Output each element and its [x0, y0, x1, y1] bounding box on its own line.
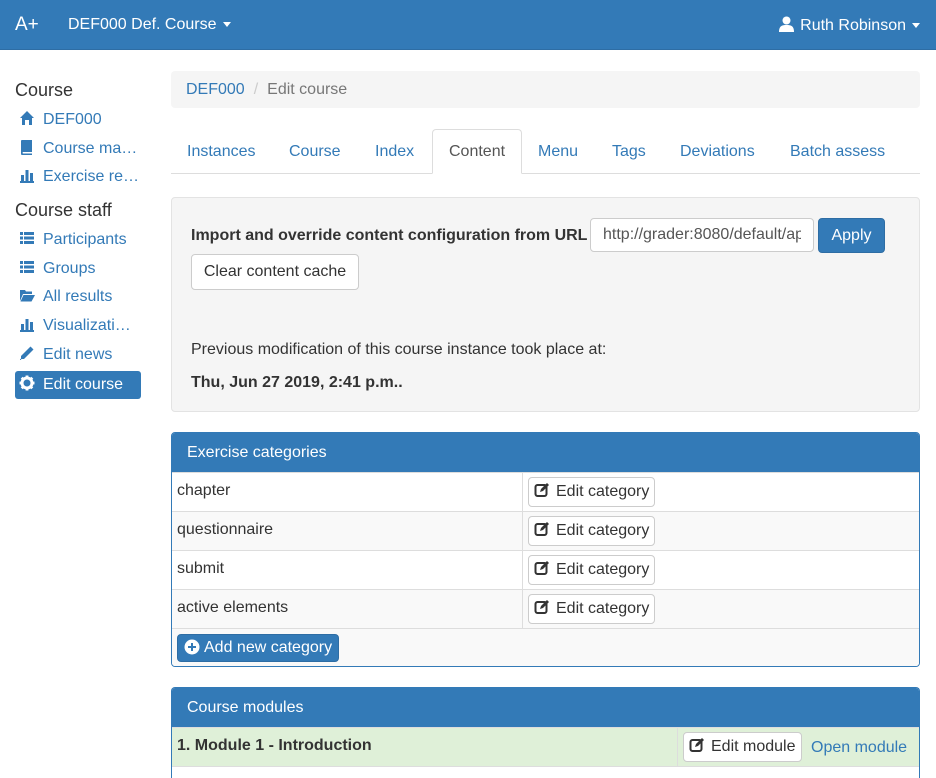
sidebar-item-groups[interactable]: Groups	[15, 255, 145, 284]
tab-tags[interactable]: Tags	[596, 129, 662, 174]
plus-circle-icon	[184, 639, 200, 655]
clear-content-cache-button[interactable]: Clear content cache	[191, 254, 359, 290]
table-row: active elements Edit category	[172, 589, 919, 628]
tab-batch-assess[interactable]: Batch assess	[774, 129, 901, 174]
sidebar-item-label: Course ma…	[43, 139, 138, 157]
breadcrumb-current: Edit course	[267, 81, 348, 98]
table-row: chapter Edit category	[172, 472, 919, 511]
table-row: questionnaire Edit category	[172, 511, 919, 550]
edit-icon	[689, 738, 704, 752]
tab-menu[interactable]: Menu	[522, 129, 594, 174]
list-icon	[20, 260, 34, 273]
sidebar-item-label: Edit course	[43, 375, 124, 393]
tab-index[interactable]: Index	[359, 129, 430, 174]
gear-icon	[19, 375, 35, 390]
category-name: questionnaire	[177, 521, 274, 538]
course-modules-panel: Course modules 1. Module 1 - Introductio…	[171, 687, 920, 778]
edit-category-button[interactable]: Edit category	[528, 555, 656, 585]
content-config-well: Import and override content configuratio…	[171, 197, 920, 412]
folder-open-icon	[20, 290, 35, 302]
tab-deviations[interactable]: Deviations	[664, 129, 771, 174]
sidebar: Course DEF000 Course ma… Exercise re… Co…	[15, 78, 145, 400]
panel-heading: Exercise categories	[172, 433, 919, 472]
sidebar-item-label: Edit news	[43, 345, 113, 363]
apply-button[interactable]: Apply	[818, 218, 885, 253]
edit-category-button[interactable]: Edit category	[528, 594, 656, 624]
edit-category-label: Edit category	[556, 600, 650, 617]
table-row: submit Edit category	[172, 550, 919, 589]
add-new-category-button[interactable]: Add new category	[177, 634, 340, 662]
import-url-label: Import and override content configuratio…	[191, 227, 588, 244]
add-category-row: Add new category	[172, 628, 919, 666]
exercise-categories-panel: Exercise categories chapter Edit categor…	[171, 432, 920, 667]
module-name: 1. Module 1 - Introduction	[177, 737, 372, 754]
brand-logo[interactable]: A+	[15, 14, 39, 36]
sidebar-heading-course: Course	[15, 80, 74, 100]
open-module-link[interactable]: Open module	[811, 739, 907, 757]
sidebar-item-def000[interactable]: DEF000	[15, 106, 145, 135]
breadcrumb-root-link[interactable]: DEF000	[186, 81, 245, 98]
category-name: active elements	[177, 599, 289, 616]
edit-icon	[534, 600, 549, 614]
tab-instances[interactable]: Instances	[171, 129, 271, 174]
panel-heading: Course modules	[172, 688, 919, 727]
user-icon	[779, 16, 795, 32]
sidebar-heading-course-staff: Course staff	[15, 200, 112, 221]
edit-category-label: Edit category	[556, 483, 650, 500]
edit-course-tabs: Instances Course Index Content Menu Tags…	[171, 129, 920, 174]
edit-icon	[534, 561, 549, 575]
sidebar-item-label: Exercise re…	[43, 168, 140, 186]
user-name: Ruth Robinson	[800, 17, 906, 34]
course-dropdown[interactable]: DEF000 Def. Course	[68, 16, 231, 34]
import-url-input[interactable]	[590, 218, 814, 252]
breadcrumb-separator: /	[253, 81, 259, 98]
sidebar-item-course-materials[interactable]: Course ma…	[15, 135, 145, 164]
sidebar-item-label: Groups	[43, 259, 96, 277]
top-navbar: A+ DEF000 Def. Course Ruth Robinson	[0, 0, 936, 50]
course-dropdown-label: DEF000 Def. Course	[68, 16, 217, 33]
edit-icon	[534, 483, 549, 497]
list-icon	[20, 232, 34, 245]
module-row: 1. Module 1 - Introduction Edit module O…	[172, 727, 919, 766]
edit-category-button[interactable]: Edit category	[528, 477, 656, 507]
sidebar-item-label: Visualizati…	[43, 317, 131, 335]
sidebar-item-edit-course[interactable]: Edit course	[15, 370, 141, 400]
stats-icon	[20, 319, 34, 333]
edit-category-label: Edit category	[556, 561, 650, 578]
sidebar-item-participants[interactable]: Participants	[15, 226, 145, 255]
add-new-category-label: Add new category	[204, 639, 333, 656]
edit-icon	[534, 522, 549, 536]
user-dropdown[interactable]: Ruth Robinson	[779, 16, 920, 35]
edit-module-button[interactable]: Edit module	[683, 732, 802, 762]
sidebar-item-label: All results	[43, 288, 113, 306]
edit-category-button[interactable]: Edit category	[528, 516, 656, 546]
sidebar-item-label: DEF000	[43, 111, 102, 128]
stats-icon	[20, 170, 34, 184]
sidebar-item-label: Participants	[43, 231, 127, 249]
modification-date: Thu, Jun 27 2019, 2:41 p.m..	[191, 374, 403, 391]
breadcrumb: DEF000 / Edit course	[171, 71, 920, 108]
sidebar-item-edit-news[interactable]: Edit news	[15, 341, 145, 370]
tab-content[interactable]: Content	[432, 129, 523, 174]
caret-down-icon	[222, 22, 231, 28]
tab-course[interactable]: Course	[273, 129, 357, 174]
table-row	[172, 766, 919, 778]
category-name: submit	[177, 560, 225, 577]
edit-module-label: Edit module	[711, 738, 796, 755]
sidebar-item-visualizations[interactable]: Visualizati…	[15, 312, 145, 341]
modification-label: Previous modification of this course ins…	[191, 341, 607, 358]
category-name: chapter	[177, 482, 231, 499]
book-icon	[21, 139, 32, 155]
edit-category-label: Edit category	[556, 522, 650, 539]
caret-down-icon	[912, 23, 920, 29]
home-icon	[20, 111, 34, 125]
sidebar-item-all-results[interactable]: All results	[15, 283, 145, 312]
sidebar-item-exercise-results[interactable]: Exercise re…	[15, 163, 145, 192]
pencil-icon	[20, 346, 34, 360]
